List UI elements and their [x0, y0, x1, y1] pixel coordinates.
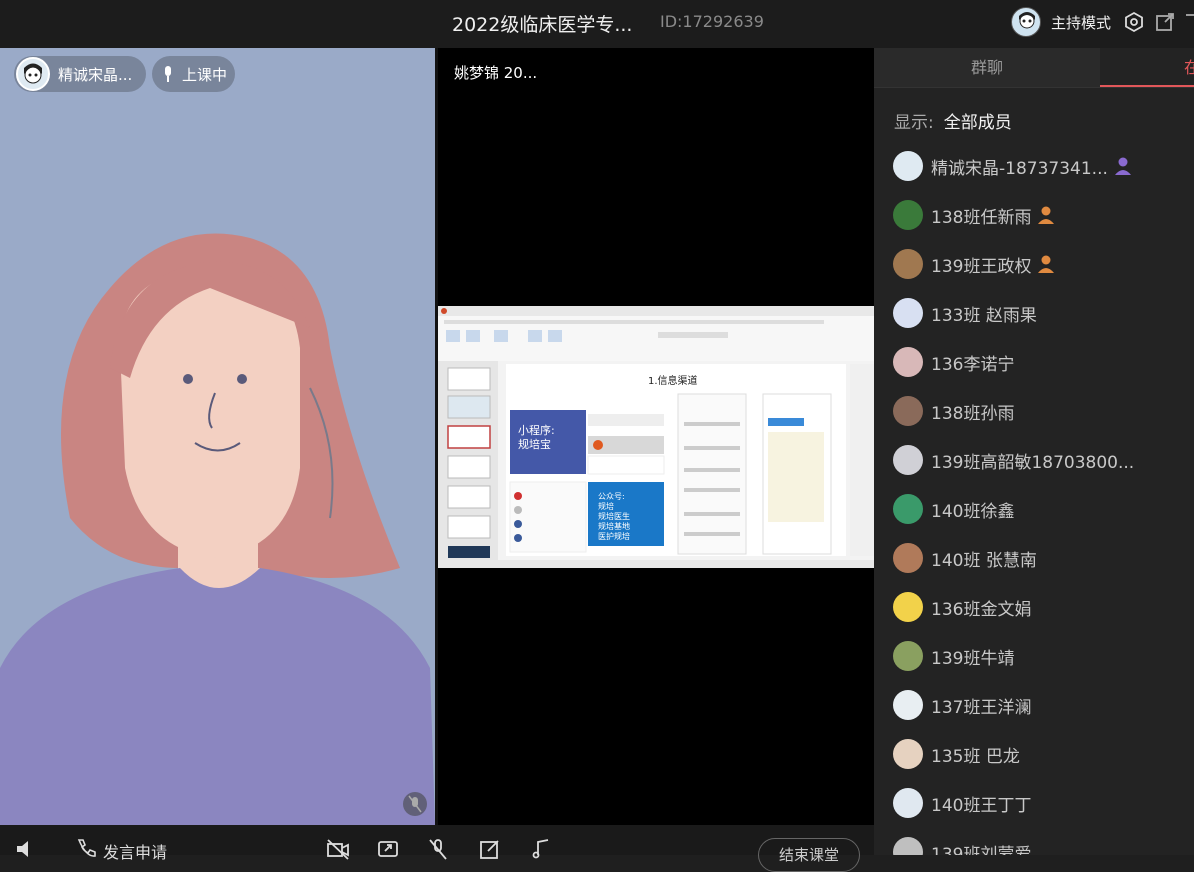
- member-avatar: [893, 641, 923, 671]
- mini-program-label: 小程序:: [518, 424, 555, 437]
- mic-muted-icon: [403, 792, 427, 816]
- member-row[interactable]: 136李诺宁: [893, 345, 1014, 379]
- mini-program-name: 规培宝: [518, 438, 551, 451]
- member-avatar: [893, 200, 923, 230]
- member-avatar: [893, 788, 923, 818]
- top-bar: 2022级临床医学专... ID:17292639 主持模式: [0, 0, 1194, 48]
- filter-value[interactable]: 全部成员: [944, 113, 1012, 133]
- member-name: 138班任新雨: [931, 207, 1032, 228]
- member-name: 139班王政权: [931, 256, 1032, 277]
- end-class-button[interactable]: 结束课堂: [758, 838, 860, 872]
- speaker-icon[interactable]: [14, 837, 38, 861]
- member-row[interactable]: 133班 赵雨果: [893, 296, 1037, 330]
- class-status-text: 上课中: [182, 65, 228, 84]
- student-role-icon: [1038, 255, 1055, 273]
- member-row[interactable]: 139班刘蒙爱: [893, 835, 1031, 855]
- host-role-icon: [1114, 157, 1131, 175]
- microphone-icon: [165, 66, 171, 82]
- member-name: 135班 巴龙: [931, 746, 1020, 767]
- member-name: 140班王丁丁: [931, 795, 1032, 816]
- shared-screen: 1.信息渠道 小程序: 规培宝 公众号: 规培 规培医生 规培基地 医护规培: [438, 306, 874, 568]
- teacher-name-badge: 精诚宋晶...: [14, 56, 147, 92]
- class-status-badge: 上课中: [152, 56, 236, 92]
- member-name: 140班徐鑫: [931, 501, 1015, 522]
- member-avatar: [893, 396, 923, 426]
- member-name: 精诚宋晶-18737341...: [931, 158, 1108, 179]
- host-mode-label[interactable]: 主持模式: [1051, 12, 1111, 33]
- minimize-icon[interactable]: [1184, 11, 1194, 33]
- member-avatar: [893, 347, 923, 377]
- member-name: 136班金文娟: [931, 599, 1032, 620]
- tab-group-chat[interactable]: 群聊: [874, 48, 1100, 87]
- member-row[interactable]: 137班王洋澜: [893, 688, 1031, 722]
- camera-off-icon[interactable]: [326, 837, 350, 861]
- member-row[interactable]: 140班王丁丁: [893, 786, 1031, 820]
- member-name: 137班王洋澜: [931, 697, 1032, 718]
- official-account-line: 规培基地: [598, 522, 630, 531]
- member-row[interactable]: 136班金文娟: [893, 590, 1031, 624]
- member-row[interactable]: 精诚宋晶-18737341...: [893, 149, 1132, 183]
- member-name: 133班 赵雨果: [931, 305, 1037, 326]
- member-avatar: [893, 494, 923, 524]
- mute-all-icon[interactable]: [426, 837, 450, 861]
- share-screen-icon[interactable]: [376, 837, 400, 861]
- member-name: 140班 张慧南: [931, 550, 1037, 571]
- member-name: 136李诺宁: [931, 354, 1015, 375]
- student-video-tile: 姚梦锦 20... 1.信息渠道 小程序: 规培宝 公众号: 规培 规培医生 规…: [438, 48, 874, 825]
- member-avatar: [893, 249, 923, 279]
- music-icon[interactable]: [530, 837, 554, 861]
- member-row[interactable]: 139班牛靖: [893, 639, 1014, 673]
- member-name: 138班孙雨: [931, 403, 1015, 424]
- phone-icon: [77, 839, 96, 857]
- member-avatar: [893, 298, 923, 328]
- teacher-video-tile: [0, 48, 435, 825]
- member-panel: 群聊 在 显示: 全部成员 精诚宋晶-18737341... 138班任新雨 139班…: [874, 48, 1194, 855]
- default-avatar-illustration: [0, 233, 435, 825]
- teacher-avatar: [16, 57, 50, 91]
- filter-label: 显示:: [894, 113, 934, 133]
- settings-icon[interactable]: [1123, 11, 1145, 33]
- member-name: 139班高韶敏18703800...: [931, 452, 1135, 473]
- member-avatar: [893, 151, 923, 181]
- official-account-line: 医护规培: [598, 532, 630, 541]
- slide-title: 1.信息渠道: [648, 374, 698, 387]
- host-avatar[interactable]: [1011, 7, 1041, 37]
- member-avatar: [893, 837, 923, 855]
- member-row[interactable]: 140班 张慧南: [893, 541, 1037, 575]
- panel-tabs: 群聊 在: [874, 48, 1194, 88]
- member-row[interactable]: 138班孙雨: [893, 394, 1014, 428]
- member-avatar: [893, 445, 923, 475]
- tab-online-members[interactable]: 在: [1100, 48, 1194, 87]
- member-name: 139班牛靖: [931, 648, 1015, 669]
- annotate-icon[interactable]: [478, 837, 502, 861]
- member-avatar: [893, 690, 923, 720]
- teacher-name: 精诚宋晶...: [58, 65, 133, 84]
- official-account-line: 规培医生: [598, 512, 630, 521]
- member-name: 139班刘蒙爱: [931, 844, 1032, 856]
- member-row[interactable]: 135班 巴龙: [893, 737, 1020, 771]
- meeting-title: 2022级临床医学专...: [452, 14, 633, 36]
- powerpoint-screenshot: 1.信息渠道: [438, 306, 874, 568]
- meeting-id: ID:17292639: [660, 12, 764, 31]
- speak-request-button[interactable]: 发言申请: [103, 839, 167, 863]
- member-row[interactable]: 139班王政权: [893, 247, 1055, 281]
- member-avatar: [893, 592, 923, 622]
- member-row[interactable]: 140班徐鑫: [893, 492, 1014, 526]
- student-name: 姚梦锦 20...: [454, 64, 538, 82]
- student-role-icon: [1038, 206, 1055, 224]
- member-avatar: [893, 739, 923, 769]
- member-row[interactable]: 139班高韶敏18703800...: [893, 443, 1134, 477]
- official-account-line: 规培: [598, 502, 614, 511]
- bottom-toolbar: 发言申请 结束课堂: [0, 825, 874, 872]
- popout-icon[interactable]: [1154, 11, 1176, 33]
- member-row[interactable]: 138班任新雨: [893, 198, 1055, 232]
- member-filter[interactable]: 显示: 全部成员: [894, 108, 1012, 133]
- member-avatar: [893, 543, 923, 573]
- official-account-label: 公众号:: [598, 492, 625, 501]
